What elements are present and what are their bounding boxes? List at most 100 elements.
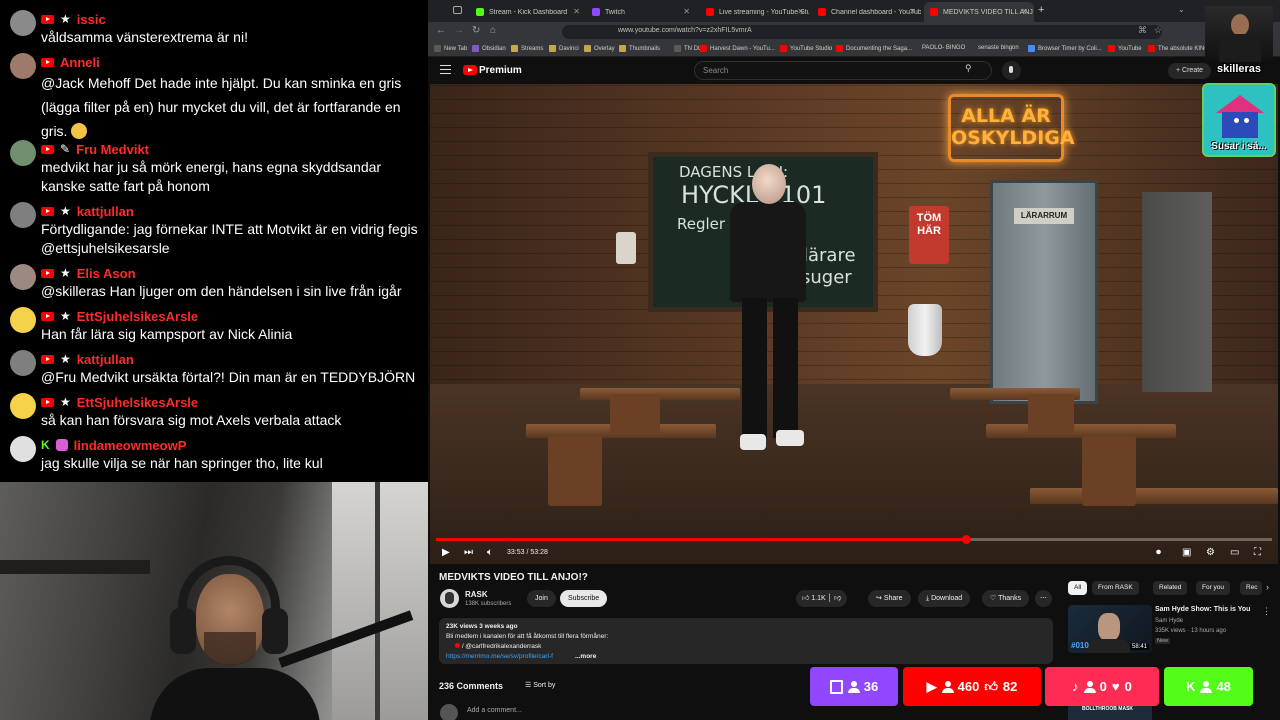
menu-icon[interactable] [440, 65, 451, 74]
bookmark-item[interactable]: TN DL [674, 45, 701, 52]
bookmark-item[interactable]: Overlay [584, 45, 615, 52]
theater-mode-icon[interactable]: ▭ [1230, 548, 1239, 558]
bookmark-star-icon[interactable]: ☆ [1154, 25, 1162, 36]
bookmark-item[interactable]: Harvest Dawn - YouTu... [700, 45, 775, 52]
avatar [10, 202, 36, 228]
bookmark-item[interactable]: Streams [511, 45, 543, 52]
mic-icon[interactable] [1002, 61, 1021, 80]
description-link[interactable]: https://merrimo.me/se/sv/profile/carl-f [446, 653, 553, 660]
badge-icon [55, 439, 68, 451]
chair [548, 436, 602, 506]
description-channel-link[interactable]: / @carlfredrikalexanderrask [455, 643, 541, 650]
tab-channel-dashboard[interactable]: Channel dashboard - YouTube ✕ [812, 2, 922, 22]
add-comment-input[interactable]: Add a comment... [467, 707, 522, 714]
chat-message: Anneli @Jack Mehoff Det hade inte hjälpt… [10, 53, 420, 139]
like-button[interactable]: 👍︎ 1.1K │ 👎︎ [796, 590, 848, 607]
chat-username: Fru Medvikt [76, 141, 150, 157]
bookmark-item[interactable]: YouTube [1108, 45, 1142, 52]
youtube-brand[interactable]: Premium [479, 65, 522, 76]
door-label: LÄRARRUM [1014, 208, 1074, 224]
tab-list-icon[interactable]: ⌄ [1178, 5, 1185, 14]
viewers-icon [1200, 680, 1213, 693]
window [332, 482, 428, 720]
related-thumbnail[interactable]: #010 58:41 [1068, 605, 1152, 653]
search-input[interactable]: Search [694, 61, 992, 80]
kebab-menu-icon[interactable]: ⋮ [1262, 606, 1271, 617]
tab-twitch[interactable]: Twitch ✕ [586, 2, 696, 22]
back-icon[interactable]: ← [436, 25, 446, 36]
url-field[interactable]: www.youtube.com/watch?v=z2xhFIL5vmrA [562, 25, 1162, 39]
share-button[interactable]: ↪ Share [868, 590, 911, 607]
settings-icon[interactable]: ⚙ [1206, 548, 1215, 558]
viewers-icon [1083, 680, 1096, 693]
related-thumbnail[interactable]: BOLLTHROOB MASK [1068, 704, 1152, 720]
tab-menu-icon[interactable] [453, 6, 462, 14]
next-icon[interactable]: ⏭ [464, 548, 473, 558]
chip-recent[interactable]: Rec [1240, 581, 1262, 595]
new-badge: New [1155, 638, 1171, 644]
more-actions-button[interactable]: ⋯ [1035, 590, 1052, 607]
chevron-right-icon[interactable]: › [1266, 582, 1269, 592]
avatar [10, 264, 36, 290]
chip-related[interactable]: Related [1153, 581, 1188, 595]
tab-youtube-studio[interactable]: Live streaming - YouTube Studio✕ [700, 2, 810, 22]
bookmark-item[interactable]: Browser Timer by Coli... [1028, 45, 1102, 52]
scrubber-handle[interactable] [962, 535, 972, 544]
star-icon: ★ [60, 309, 71, 323]
tab-current-video[interactable]: MEDVIKTS VIDEO TILL ANJO!?✕ [924, 2, 1034, 22]
desk [1030, 488, 1278, 504]
play-icon[interactable]: ▶ [442, 548, 450, 558]
youtube-icon: ▶ [926, 678, 937, 694]
reload-icon[interactable]: ↻ [472, 25, 480, 36]
shelf [0, 560, 150, 574]
chip-for-you[interactable]: For you [1196, 581, 1231, 595]
close-icon[interactable]: ✕ [797, 7, 804, 16]
chip-all[interactable]: All [1068, 581, 1088, 595]
channel-name[interactable]: RASK [465, 590, 488, 599]
youtube-header: Premium Search ⚲ + Create [428, 57, 1280, 84]
youtube-logo-icon[interactable] [463, 65, 477, 75]
bookmark-item[interactable]: Davinci [549, 45, 579, 52]
bookmark-item[interactable]: Obsidian [472, 45, 506, 52]
chip-from-channel[interactable]: From RASK [1092, 581, 1139, 595]
forward-icon[interactable]: → [454, 25, 464, 36]
volume-icon[interactable]: 🔈︎ [487, 548, 493, 558]
duration-badge: 58:41 [1129, 644, 1149, 650]
tab-kick-dashboard[interactable]: Stream - Kick Dashboard ✕ [470, 2, 586, 22]
join-button[interactable]: Join [527, 590, 556, 607]
subscribe-button[interactable]: Subscribe [560, 590, 608, 607]
bookmark-item[interactable]: Documenting the Saga... [836, 45, 912, 52]
video-player[interactable]: DAGENS L ON: HYCKL I 101 Regler elmoral … [430, 84, 1278, 564]
search-icon[interactable]: ⚲ [965, 63, 972, 74]
close-icon[interactable]: ✕ [683, 7, 690, 16]
close-icon[interactable]: ✕ [573, 7, 580, 16]
bookmark-item[interactable]: YouTube Studio [780, 45, 832, 52]
close-icon[interactable]: ✕ [909, 7, 916, 16]
new-tab-button[interactable]: + [1038, 4, 1044, 16]
bookmark-item[interactable]: PAOLO- BINGO [922, 45, 965, 51]
avatar [10, 140, 36, 166]
autoplay-toggle-icon[interactable]: ⏺ [1156, 548, 1161, 558]
streamer-avatar [1205, 6, 1273, 62]
description-box[interactable]: 23K views 3 weeks ago Bli medlem i kanal… [439, 618, 1053, 664]
chair [610, 394, 660, 434]
sort-icon: ☰ [525, 682, 532, 689]
bookmark-item[interactable]: New Tab [434, 45, 467, 52]
related-title[interactable]: Sam Hyde Show: This is You [1155, 606, 1250, 613]
channel-avatar[interactable] [440, 589, 459, 608]
bookmark-item[interactable]: The absolute KING [1148, 45, 1209, 52]
captions-icon[interactable]: ▣ [1182, 548, 1191, 558]
bookmark-item[interactable]: senaste bingon [978, 45, 1019, 51]
thanks-button[interactable]: ♡ Thanks [982, 590, 1030, 607]
close-icon[interactable]: ✕ [1021, 7, 1028, 16]
browser-window: Stream - Kick Dashboard ✕ Twitch ✕ Live st… [428, 0, 1280, 720]
chat-username: EttSjuhelsikesArsle [76, 394, 199, 410]
fullscreen-icon[interactable]: ⛶ [1254, 548, 1261, 558]
translate-icon[interactable]: ⌘ [1138, 25, 1147, 36]
kick-icon: K [1186, 679, 1196, 694]
more-link[interactable]: ...more [575, 653, 596, 660]
sort-by-button[interactable]: ☰ Sort by [525, 681, 555, 689]
home-icon[interactable]: ⌂ [490, 25, 496, 36]
download-button[interactable]: ⤓ Download [918, 590, 971, 607]
bookmark-item[interactable]: Thumbnails [619, 45, 660, 52]
